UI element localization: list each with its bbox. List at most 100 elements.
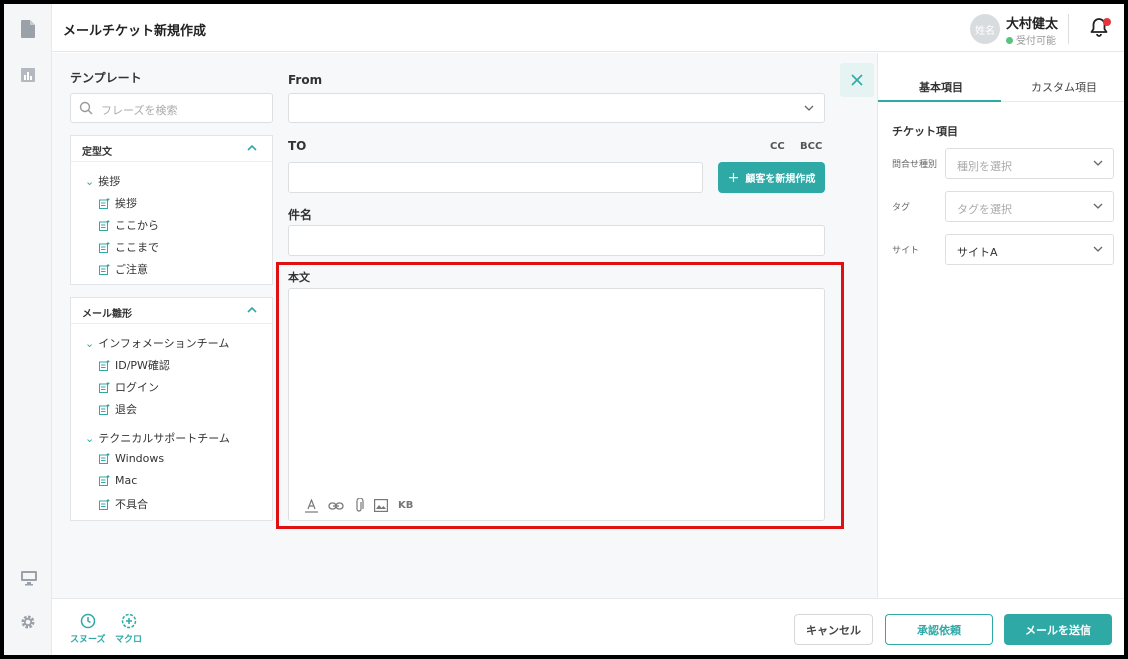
template-doc-icon — [99, 403, 110, 415]
to-input[interactable] — [288, 162, 703, 193]
chevron-down-icon: ⌄ — [85, 175, 95, 188]
tree-item[interactable]: ここまで — [99, 239, 159, 255]
fixed-phrase-panel: 定型文 ⌄ 挨拶 挨拶 ここから ここまで ご注意 — [70, 135, 273, 285]
tab-active-indicator — [878, 100, 1001, 102]
tree-item-label: ご注意 — [115, 263, 148, 276]
kb-button[interactable]: KB — [398, 500, 413, 511]
tree-item[interactable]: ログイン — [99, 379, 159, 395]
body-label: 本文 — [288, 271, 310, 284]
macro-icon — [121, 613, 136, 629]
tree-item[interactable]: ここから — [99, 217, 159, 233]
plus-icon: + — [727, 169, 740, 186]
chevron-up-icon[interactable] — [246, 143, 258, 153]
inquiry-type-label: 問合せ種別 — [892, 160, 938, 170]
tree-group-greeting[interactable]: ⌄ 挨拶 — [85, 173, 120, 189]
tree-item[interactable]: Windows — [99, 452, 164, 465]
approval-request-button[interactable]: 承認依頼 — [885, 614, 993, 645]
image-icon[interactable] — [374, 499, 388, 512]
fixed-phrase-header[interactable]: 定型文 — [71, 136, 272, 162]
template-doc-icon — [99, 381, 110, 393]
chevron-down-icon — [1093, 246, 1103, 252]
tree-group-label: 挨拶 — [98, 175, 121, 188]
from-select[interactable] — [288, 93, 825, 123]
header-bar: メールチケット新規作成 姓名 大村健太 受付可能 — [52, 4, 1124, 52]
user-status[interactable]: 受付可能 — [1006, 32, 1056, 47]
tag-label: タグ — [892, 203, 911, 213]
tree-item-label: ここまで — [115, 241, 159, 254]
template-doc-icon — [99, 359, 110, 371]
tree-item-label: ログイン — [115, 381, 159, 394]
chevron-down-icon: ⌄ — [85, 337, 95, 350]
tag-value: タグを選択 — [957, 203, 1012, 216]
tree-item[interactable]: 不具合 — [99, 496, 148, 512]
user-name[interactable]: 大村健太 — [1006, 13, 1058, 32]
template-label: テンプレート — [70, 71, 142, 85]
close-button[interactable] — [840, 63, 874, 97]
attachment-icon[interactable] — [354, 498, 364, 513]
template-doc-icon — [99, 498, 110, 510]
avatar[interactable]: 姓名 — [970, 14, 1000, 44]
mail-template-header[interactable]: メール雛形 — [71, 298, 272, 324]
header-divider — [1068, 14, 1069, 44]
ticket-side-panel: 基本項目 カスタム項目 チケット項目 問合せ種別 種別を選択 タグ タグを選択 … — [877, 53, 1124, 598]
new-customer-button[interactable]: + 顧客を新規作成 — [718, 162, 825, 193]
bcc-toggle[interactable]: BCC — [800, 141, 822, 152]
snooze-label: スヌーズ — [70, 635, 106, 645]
tree-item-label: 不具合 — [115, 498, 148, 511]
body-editor[interactable] — [288, 288, 825, 521]
tree-item[interactable]: ご注意 — [99, 261, 148, 277]
compose-area: テンプレート フレーズを検索 定型文 ⌄ 挨拶 挨拶 ここから ここまで ご注意 … — [52, 53, 877, 598]
tree-item-label: Windows — [115, 452, 165, 465]
tree-group-tech-team[interactable]: ⌄ テクニカルサポートチーム — [85, 430, 230, 446]
link-icon[interactable] — [328, 501, 344, 511]
tree-item[interactable]: ID/PW確認 — [99, 357, 170, 373]
left-rail — [4, 4, 52, 655]
send-mail-button[interactable]: メールを送信 — [1004, 614, 1112, 645]
template-doc-icon — [99, 453, 110, 464]
new-customer-label: 顧客を新規作成 — [745, 174, 816, 185]
search-icon — [79, 101, 93, 115]
monitor-icon[interactable] — [20, 570, 38, 588]
tree-group-info-team[interactable]: ⌄ インフォメーションチーム — [85, 335, 229, 351]
tree-item[interactable]: 挨拶 — [99, 195, 137, 211]
cancel-button[interactable]: キャンセル — [794, 614, 873, 645]
inquiry-type-value: 種別を選択 — [957, 160, 1012, 173]
editor-toolbar: KB — [305, 498, 423, 513]
template-doc-icon — [99, 263, 110, 275]
tree-item[interactable]: Mac — [99, 474, 137, 487]
tree-group-label: テクニカルサポートチーム — [98, 432, 230, 445]
document-icon[interactable] — [20, 20, 38, 38]
tree-item[interactable]: 退会 — [99, 401, 137, 417]
macro-button[interactable]: マクロ — [115, 613, 142, 645]
user-status-label: 受付可能 — [1016, 36, 1056, 47]
tab-basic[interactable]: 基本項目 — [919, 79, 963, 95]
page-title: メールチケット新規作成 — [63, 24, 207, 39]
tree-item-label: ここから — [115, 219, 159, 232]
tag-select[interactable]: タグを選択 — [945, 191, 1114, 222]
chevron-down-icon — [1093, 203, 1103, 209]
tree-item-label: 挨拶 — [115, 197, 137, 210]
site-label: サイト — [892, 246, 920, 256]
report-icon[interactable] — [20, 67, 38, 85]
fixed-phrase-title: 定型文 — [82, 147, 112, 158]
footer-bar: スヌーズ マクロ キャンセル 承認依頼 メールを送信 — [52, 598, 1124, 655]
macro-label: マクロ — [115, 635, 143, 645]
phrase-search-input[interactable]: フレーズを検索 — [70, 93, 273, 123]
notification-button[interactable] — [1088, 16, 1112, 40]
tab-custom[interactable]: カスタム項目 — [1031, 79, 1097, 95]
subject-label: 件名 — [288, 208, 313, 222]
subject-input[interactable] — [288, 225, 825, 256]
chevron-up-icon[interactable] — [246, 305, 258, 315]
font-color-icon[interactable] — [305, 498, 318, 513]
inquiry-type-select[interactable]: 種別を選択 — [945, 148, 1114, 179]
site-select[interactable]: サイトA — [945, 234, 1114, 265]
settings-gear-icon[interactable] — [20, 614, 38, 632]
snooze-button[interactable]: スヌーズ — [70, 613, 106, 645]
template-doc-icon — [99, 475, 110, 486]
clock-icon — [80, 613, 96, 629]
online-status-dot — [1006, 37, 1013, 44]
to-label: TO — [288, 139, 307, 153]
site-value: サイトA — [957, 246, 998, 259]
cc-toggle[interactable]: CC — [770, 141, 785, 152]
notification-badge — [1103, 18, 1111, 26]
